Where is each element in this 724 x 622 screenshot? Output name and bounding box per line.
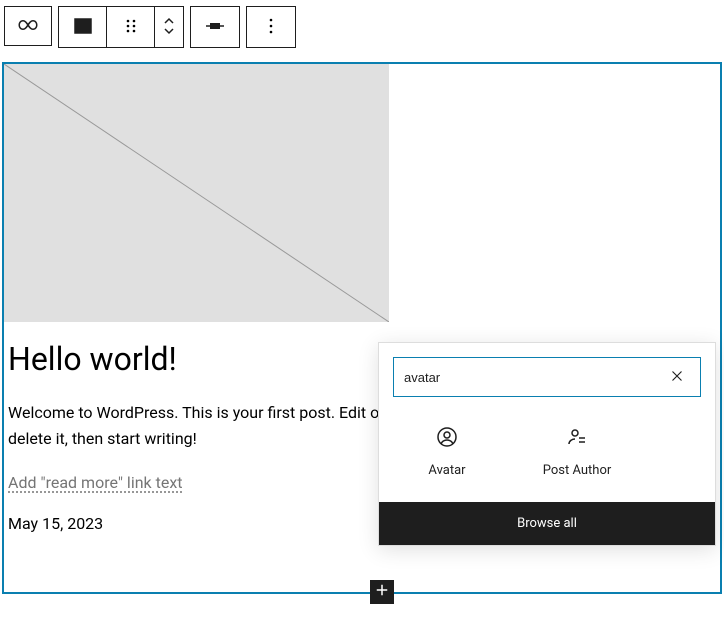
- search-box: [393, 357, 701, 397]
- drag-handle-button[interactable]: [107, 7, 155, 47]
- result-post-author[interactable]: Post Author: [527, 419, 627, 484]
- block-type-button[interactable]: [4, 6, 52, 46]
- post-excerpt[interactable]: Welcome to WordPress. This is your first…: [8, 400, 398, 451]
- author-icon: [527, 425, 627, 449]
- layout-icon: [71, 14, 95, 41]
- move-button[interactable]: [155, 7, 183, 47]
- search-container: [379, 343, 715, 411]
- add-block-button[interactable]: [370, 580, 394, 604]
- block-inserter-popup: Avatar Post Author Browse all: [378, 342, 716, 546]
- result-label: Post Author: [527, 463, 627, 478]
- block-toolbar: [0, 0, 724, 54]
- layout-button[interactable]: [59, 7, 107, 47]
- browse-all-button[interactable]: Browse all: [379, 502, 715, 545]
- toolbar-group-align: [190, 6, 240, 48]
- toolbar-group-more: [246, 6, 296, 48]
- plus-icon: [373, 581, 391, 603]
- more-button[interactable]: [247, 7, 295, 47]
- chevron-up-down-icon: [161, 14, 177, 41]
- toolbar-group-layout: [58, 6, 184, 48]
- more-vertical-icon: [259, 14, 283, 41]
- drag-icon: [119, 14, 143, 41]
- avatar-icon: [397, 425, 497, 449]
- close-icon: [668, 373, 686, 388]
- loop-icon: [16, 13, 40, 40]
- featured-image-placeholder[interactable]: [4, 64, 389, 322]
- result-avatar[interactable]: Avatar: [397, 419, 497, 484]
- result-label: Avatar: [397, 463, 497, 478]
- search-input[interactable]: [404, 370, 664, 385]
- align-button[interactable]: [191, 7, 239, 47]
- selected-block[interactable]: Hello world! Welcome to WordPress. This …: [2, 62, 722, 594]
- clear-search-button[interactable]: [664, 363, 690, 392]
- align-icon: [203, 14, 227, 41]
- search-results: Avatar Post Author: [379, 411, 715, 502]
